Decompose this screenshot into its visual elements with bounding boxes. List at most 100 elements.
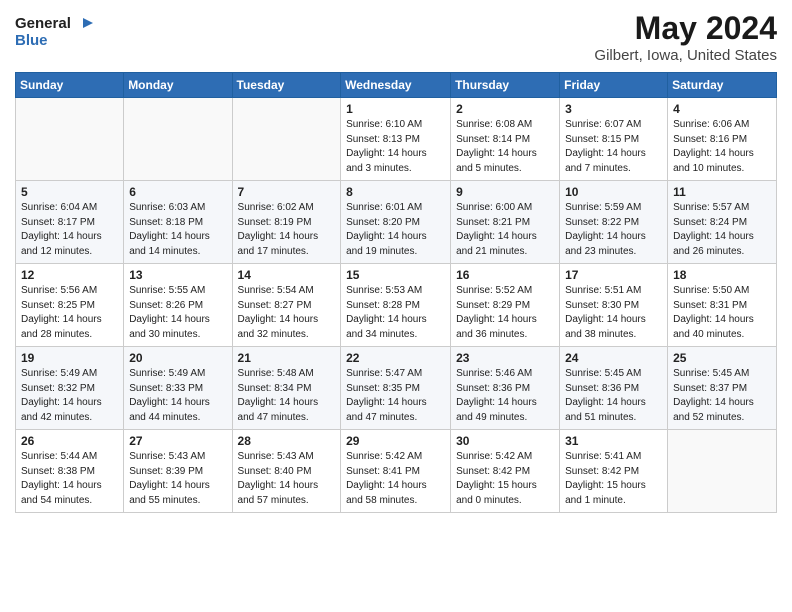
day-number: 19 — [21, 351, 118, 365]
day-info: Sunrise: 5:53 AMSunset: 8:28 PMDaylight:… — [346, 284, 445, 342]
calendar-cell: 17Sunrise: 5:51 AMSunset: 8:30 PMDayligh… — [560, 264, 668, 347]
calendar-week-2: 5Sunrise: 6:04 AMSunset: 8:17 PMDaylight… — [16, 181, 777, 264]
day-info: Sunrise: 5:57 AMSunset: 8:24 PMDaylight:… — [673, 201, 771, 259]
day-number: 3 — [565, 102, 662, 116]
calendar-cell: 15Sunrise: 5:53 AMSunset: 8:28 PMDayligh… — [341, 264, 451, 347]
day-info: Sunrise: 5:54 AMSunset: 8:27 PMDaylight:… — [238, 284, 336, 342]
calendar-cell: 19 Sunrise: 5:49 AMSunset: 8:32 PMDayligh… — [16, 347, 124, 430]
calendar-cell: 30 Sunrise: 5:42 AMSunset: 8:42 PMDayligh… — [451, 430, 560, 513]
day-info: Sunrise: 5:43 AMSunset: 8:39 PMDaylight:… — [129, 450, 226, 508]
day-info: Sunrise: 5:43 AMSunset: 8:40 PMDaylight:… — [238, 450, 336, 508]
day-number: 9 — [456, 185, 554, 199]
day-number: 18 — [673, 268, 771, 282]
day-info: Sunrise: 5:51 AMSunset: 8:30 PMDaylight:… — [565, 284, 662, 342]
calendar-cell: 2 Sunrise: 6:08 AMSunset: 8:14 PMDaylight… — [451, 98, 560, 181]
svg-text:Blue: Blue — [15, 32, 48, 49]
calendar-cell: 16Sunrise: 5:52 AMSunset: 8:29 PMDayligh… — [451, 264, 560, 347]
day-info: Sunrise: 6:04 AMSunset: 8:17 PMDaylight:… — [21, 201, 118, 259]
calendar-cell: 18Sunrise: 5:50 AMSunset: 8:31 PMDayligh… — [668, 264, 777, 347]
day-info: Sunrise: 6:03 AMSunset: 8:18 PMDaylight:… — [129, 201, 226, 259]
day-number: 11 — [673, 185, 771, 199]
day-info: Sunrise: 5:49 AMSunset: 8:33 PMDaylight:… — [129, 367, 226, 425]
calendar-cell: 14 Sunrise: 5:54 AMSunset: 8:27 PMDayligh… — [232, 264, 341, 347]
calendar-cell — [124, 98, 232, 181]
calendar-cell: 1Sunrise: 6:10 AMSunset: 8:13 PMDaylight… — [341, 98, 451, 181]
main-title: May 2024 — [594, 10, 777, 47]
calendar-cell: 7 Sunrise: 6:02 AMSunset: 8:19 PMDaylight… — [232, 181, 341, 264]
col-header-saturday: Saturday — [668, 73, 777, 98]
calendar-cell: 3 Sunrise: 6:07 AMSunset: 8:15 PMDaylight… — [560, 98, 668, 181]
day-info: Sunrise: 5:45 AMSunset: 8:37 PMDaylight:… — [673, 367, 771, 425]
calendar-cell: 6Sunrise: 6:03 AMSunset: 8:18 PMDaylight… — [124, 181, 232, 264]
day-number: 23 — [456, 351, 554, 365]
calendar-cell: 13Sunrise: 5:55 AMSunset: 8:26 PMDayligh… — [124, 264, 232, 347]
calendar-week-3: 12 Sunrise: 5:56 AMSunset: 8:25 PMDayligh… — [16, 264, 777, 347]
calendar-cell: 25 Sunrise: 5:45 AMSunset: 8:37 PMDayligh… — [668, 347, 777, 430]
calendar-header-row: SundayMondayTuesdayWednesdayThursdayFrid… — [16, 73, 777, 98]
day-number: 21 — [238, 351, 336, 365]
day-info: Sunrise: 5:48 AMSunset: 8:34 PMDaylight:… — [238, 367, 336, 425]
svg-text:General: General — [15, 15, 71, 32]
day-number: 10 — [565, 185, 662, 199]
calendar-week-5: 26 Sunrise: 5:44 AMSunset: 8:38 PMDayligh… — [16, 430, 777, 513]
calendar-cell: 31Sunrise: 5:41 AMSunset: 8:42 PMDayligh… — [560, 430, 668, 513]
day-number: 2 — [456, 102, 554, 116]
day-number: 8 — [346, 185, 445, 199]
calendar-cell: 5Sunrise: 6:04 AMSunset: 8:17 PMDaylight… — [16, 181, 124, 264]
day-number: 12 — [21, 268, 118, 282]
calendar-cell: 20 Sunrise: 5:49 AMSunset: 8:33 PMDayligh… — [124, 347, 232, 430]
calendar-cell: 24 Sunrise: 5:45 AMSunset: 8:36 PMDayligh… — [560, 347, 668, 430]
calendar-cell: 9Sunrise: 6:00 AMSunset: 8:21 PMDaylight… — [451, 181, 560, 264]
calendar-cell: 26 Sunrise: 5:44 AMSunset: 8:38 PMDayligh… — [16, 430, 124, 513]
logo-svg: General Blue — [15, 10, 105, 60]
calendar-cell: 29Sunrise: 5:42 AMSunset: 8:41 PMDayligh… — [341, 430, 451, 513]
subtitle: Gilbert, Iowa, United States — [594, 47, 777, 64]
day-info: Sunrise: 6:07 AMSunset: 8:15 PMDaylight:… — [565, 118, 662, 176]
day-number: 14 — [238, 268, 336, 282]
day-number: 16 — [456, 268, 554, 282]
day-info: Sunrise: 6:06 AMSunset: 8:16 PMDaylight:… — [673, 118, 771, 176]
day-info: Sunrise: 5:41 AMSunset: 8:42 PMDaylight:… — [565, 450, 662, 508]
day-info: Sunrise: 6:01 AMSunset: 8:20 PMDaylight:… — [346, 201, 445, 259]
page: General Blue May 2024 Gilbert, Iowa, Uni… — [0, 0, 792, 612]
day-number: 4 — [673, 102, 771, 116]
calendar-cell: 8 Sunrise: 6:01 AMSunset: 8:20 PMDaylight… — [341, 181, 451, 264]
calendar-table: SundayMondayTuesdayWednesdayThursdayFrid… — [15, 72, 777, 513]
day-info: Sunrise: 6:08 AMSunset: 8:14 PMDaylight:… — [456, 118, 554, 176]
day-number: 30 — [456, 434, 554, 448]
calendar-cell — [16, 98, 124, 181]
day-info: Sunrise: 5:56 AMSunset: 8:25 PMDaylight:… — [21, 284, 118, 342]
calendar-cell — [668, 430, 777, 513]
logo: General Blue — [15, 10, 105, 60]
col-header-wednesday: Wednesday — [341, 73, 451, 98]
day-info: Sunrise: 5:44 AMSunset: 8:38 PMDaylight:… — [21, 450, 118, 508]
calendar-cell: 12 Sunrise: 5:56 AMSunset: 8:25 PMDayligh… — [16, 264, 124, 347]
day-info: Sunrise: 5:46 AMSunset: 8:36 PMDaylight:… — [456, 367, 554, 425]
day-info: Sunrise: 5:45 AMSunset: 8:36 PMDaylight:… — [565, 367, 662, 425]
day-number: 26 — [21, 434, 118, 448]
calendar-cell — [232, 98, 341, 181]
day-number: 25 — [673, 351, 771, 365]
day-number: 13 — [129, 268, 226, 282]
calendar-cell: 22Sunrise: 5:47 AMSunset: 8:35 PMDayligh… — [341, 347, 451, 430]
col-header-tuesday: Tuesday — [232, 73, 341, 98]
day-number: 20 — [129, 351, 226, 365]
day-number: 29 — [346, 434, 445, 448]
calendar-cell: 21 Sunrise: 5:48 AMSunset: 8:34 PMDayligh… — [232, 347, 341, 430]
calendar-week-4: 19 Sunrise: 5:49 AMSunset: 8:32 PMDayligh… — [16, 347, 777, 430]
title-block: May 2024 Gilbert, Iowa, United States — [594, 10, 777, 64]
day-info: Sunrise: 6:02 AMSunset: 8:19 PMDaylight:… — [238, 201, 336, 259]
day-info: Sunrise: 5:49 AMSunset: 8:32 PMDaylight:… — [21, 367, 118, 425]
col-header-sunday: Sunday — [16, 73, 124, 98]
calendar-cell: 4 Sunrise: 6:06 AMSunset: 8:16 PMDaylight… — [668, 98, 777, 181]
day-number: 24 — [565, 351, 662, 365]
day-info: Sunrise: 5:42 AMSunset: 8:42 PMDaylight:… — [456, 450, 554, 508]
day-number: 7 — [238, 185, 336, 199]
calendar-cell: 28Sunrise: 5:43 AMSunset: 8:40 PMDayligh… — [232, 430, 341, 513]
day-info: Sunrise: 6:10 AMSunset: 8:13 PMDaylight:… — [346, 118, 445, 176]
day-number: 27 — [129, 434, 226, 448]
header: General Blue May 2024 Gilbert, Iowa, Uni… — [15, 10, 777, 64]
calendar-cell: 27 Sunrise: 5:43 AMSunset: 8:39 PMDayligh… — [124, 430, 232, 513]
calendar-cell: 10Sunrise: 5:59 AMSunset: 8:22 PMDayligh… — [560, 181, 668, 264]
col-header-friday: Friday — [560, 73, 668, 98]
